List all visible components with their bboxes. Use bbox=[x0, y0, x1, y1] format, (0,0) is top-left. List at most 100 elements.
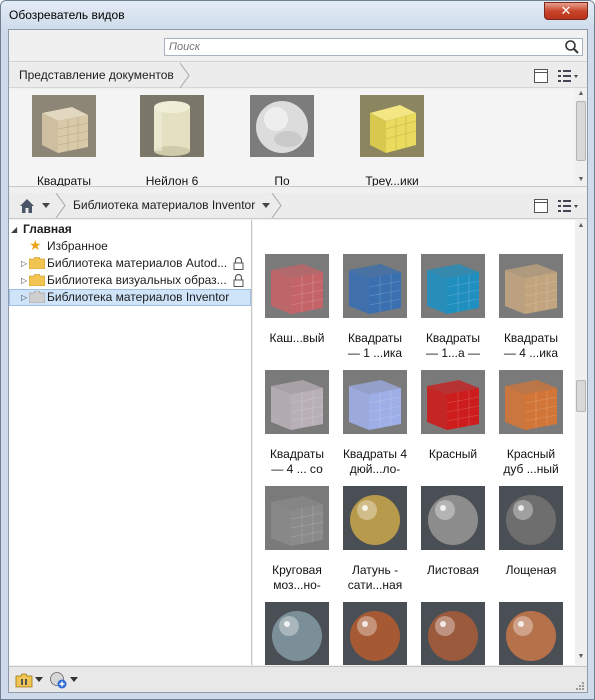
material-label-line-1: Квадраты 4 bbox=[342, 447, 408, 461]
material-label-line-2: — 4 ... со bbox=[271, 462, 323, 476]
material-tile[interactable]: Медь - сати...ная bbox=[413, 602, 493, 665]
material-label-line-2: — 4 ...ика bbox=[503, 346, 559, 360]
breadcrumb-document-view[interactable]: Представление документов bbox=[9, 63, 190, 88]
material-tile[interactable]: Масло bbox=[257, 602, 337, 665]
material-tile[interactable]: Круговая моз...но- bbox=[257, 486, 337, 593]
scroll-thumb[interactable] bbox=[576, 101, 586, 161]
close-button[interactable]: ✕ bbox=[544, 2, 588, 20]
collapsed-arrow-icon[interactable]: ▷ bbox=[21, 272, 29, 285]
material-label-line-1: Квадраты bbox=[503, 331, 559, 345]
material-cube-thumbnail bbox=[343, 254, 407, 318]
material-tile[interactable]: Квадраты — 1 ...ика bbox=[335, 254, 415, 361]
material-cylinder-cream bbox=[140, 95, 204, 157]
material-label: Лощеная bbox=[491, 563, 571, 578]
material-tile[interactable]: Квадраты — 4 ... со bbox=[257, 370, 337, 477]
material-tile[interactable]: Листовая bbox=[413, 486, 493, 578]
folder-icon bbox=[29, 274, 45, 286]
document-material-item[interactable]: Квадраты bbox=[19, 95, 109, 187]
tree-item-inventor-library[interactable]: ▷ Библиотека материалов Inventor bbox=[9, 289, 251, 306]
material-cube-thumbnail bbox=[421, 370, 485, 434]
document-materials-pane: Квадраты Нейлон 6 По Треу...ики ▲ ▼ bbox=[9, 89, 587, 187]
tree-item-label: Избранное bbox=[47, 239, 108, 253]
material-tile[interactable]: Медь - пол...ная bbox=[335, 602, 415, 665]
search-input[interactable] bbox=[164, 38, 583, 56]
add-material-icon[interactable] bbox=[49, 671, 67, 689]
panel-view-icon[interactable] bbox=[533, 198, 549, 214]
tree-item-visual-library[interactable]: ▷ Библиотека визуальных образ... bbox=[9, 272, 252, 289]
material-label: Листовая bbox=[413, 563, 493, 578]
material-sphere-thumbnail bbox=[265, 602, 329, 665]
close-icon: ✕ bbox=[560, 3, 572, 18]
material-cube-thumbnail bbox=[265, 486, 329, 550]
material-browser-window: Обозреватель видов ✕ Представление докум… bbox=[0, 0, 595, 700]
material-tile[interactable]: Квадраты — 4 ...ика bbox=[491, 254, 571, 361]
breadcrumb-library[interactable]: Библиотека материалов Inventor bbox=[63, 193, 271, 218]
list-view-options-icon[interactable] bbox=[557, 198, 579, 214]
tree-item-label: Библиотека материалов Inventor bbox=[47, 290, 230, 304]
list-view-options-icon[interactable] bbox=[557, 68, 579, 84]
material-tile[interactable]: Квадраты 4 дюй...ло- bbox=[335, 370, 415, 477]
scroll-down-icon[interactable]: ▼ bbox=[577, 176, 585, 183]
material-label: Каш...вый bbox=[257, 331, 337, 346]
tree-item-label: Библиотека визуальных образ... bbox=[47, 273, 227, 287]
scroll-up-icon[interactable]: ▲ bbox=[577, 222, 585, 229]
document-material-item[interactable]: Треу...ики bbox=[347, 95, 437, 186]
window-title: Обозреватель видов bbox=[9, 8, 125, 22]
document-material-item[interactable]: Нейлон 6 bbox=[127, 95, 217, 186]
collapsed-arrow-icon[interactable]: ▷ bbox=[21, 289, 29, 302]
add-material-dropdown-icon[interactable] bbox=[70, 677, 78, 682]
material-label-line-1: Круговая bbox=[272, 563, 322, 577]
material-label-line-1: Квадраты bbox=[425, 331, 481, 345]
search-icon[interactable] bbox=[564, 39, 580, 55]
material-tile[interactable]: Красный дуб ...ный bbox=[491, 370, 571, 477]
search-bar bbox=[9, 30, 587, 62]
collapsed-arrow-icon[interactable]: ▷ bbox=[21, 255, 29, 268]
tree-root[interactable]: ◢ Главная bbox=[9, 221, 252, 238]
lock-icon bbox=[233, 274, 244, 287]
scroll-up-icon[interactable]: ▲ bbox=[577, 90, 585, 97]
tree-root-label: Главная bbox=[23, 222, 72, 236]
library-dropdown-icon[interactable] bbox=[261, 203, 271, 209]
material-sphere-thumbnail bbox=[343, 486, 407, 550]
material-label: Квадраты bbox=[36, 174, 92, 187]
material-label-line-2: — 1 ...ика bbox=[347, 346, 403, 360]
material-cube-thumbnail bbox=[421, 254, 485, 318]
material-cube-thumbnail bbox=[343, 370, 407, 434]
material-tile[interactable]: Красный bbox=[413, 370, 493, 462]
document-pane-scrollbar[interactable]: ▲ ▼ bbox=[575, 89, 587, 186]
home-icon[interactable] bbox=[19, 198, 35, 214]
home-dropdown-icon[interactable] bbox=[41, 203, 51, 209]
material-grid-scrollbar[interactable]: ▲ ▼ bbox=[575, 220, 587, 665]
scroll-down-icon[interactable]: ▼ bbox=[577, 653, 585, 660]
tree-item-autodesk-library[interactable]: ▷ Библиотека материалов Autod... bbox=[9, 255, 252, 272]
material-tile[interactable]: Лощеная bbox=[491, 486, 571, 578]
expanded-arrow-icon[interactable]: ◢ bbox=[11, 221, 19, 234]
material-label: Круговая моз...но- bbox=[257, 563, 337, 593]
document-material-item[interactable]: По bbox=[237, 95, 327, 186]
material-tile[interactable]: Каш...вый bbox=[257, 254, 337, 346]
scroll-thumb[interactable] bbox=[576, 380, 586, 412]
resize-grip-icon[interactable] bbox=[574, 680, 584, 690]
material-tile[interactable]: Латунь - сати...ная bbox=[335, 486, 415, 593]
material-tile[interactable]: Металл — 1400F bbox=[491, 602, 571, 665]
tree-item-favorites[interactable]: ★ Избранное bbox=[9, 237, 252, 255]
material-label: Квадраты — 4 ... со bbox=[257, 447, 337, 477]
material-sphere-thumbnail bbox=[499, 486, 563, 550]
material-label-line-2: дюй...ло- bbox=[349, 462, 401, 476]
folder-icon bbox=[29, 291, 45, 303]
material-cube-thumbnail bbox=[499, 370, 563, 434]
material-label-line-1: Лощеная bbox=[505, 563, 557, 577]
title-bar[interactable]: Обозреватель видов ✕ bbox=[1, 1, 594, 29]
material-label-line-2: — 1...а — bbox=[425, 346, 481, 360]
document-header: Представление документов bbox=[9, 63, 587, 88]
material-label-line-1: Каш...вый bbox=[269, 331, 325, 345]
folder-manage-dropdown-icon[interactable] bbox=[35, 677, 43, 682]
folder-manage-icon[interactable] bbox=[15, 672, 33, 688]
material-label-line-2: сати...ная bbox=[347, 578, 403, 592]
material-label: Красный дуб ...ный bbox=[491, 447, 571, 477]
star-icon: ★ bbox=[29, 237, 42, 253]
material-sphere-thumbnail bbox=[421, 602, 485, 665]
panel-view-icon[interactable] bbox=[533, 68, 549, 84]
material-tile[interactable]: Квадраты — 1...а — bbox=[413, 254, 493, 361]
material-label: Латунь - сати...ная bbox=[335, 563, 415, 593]
